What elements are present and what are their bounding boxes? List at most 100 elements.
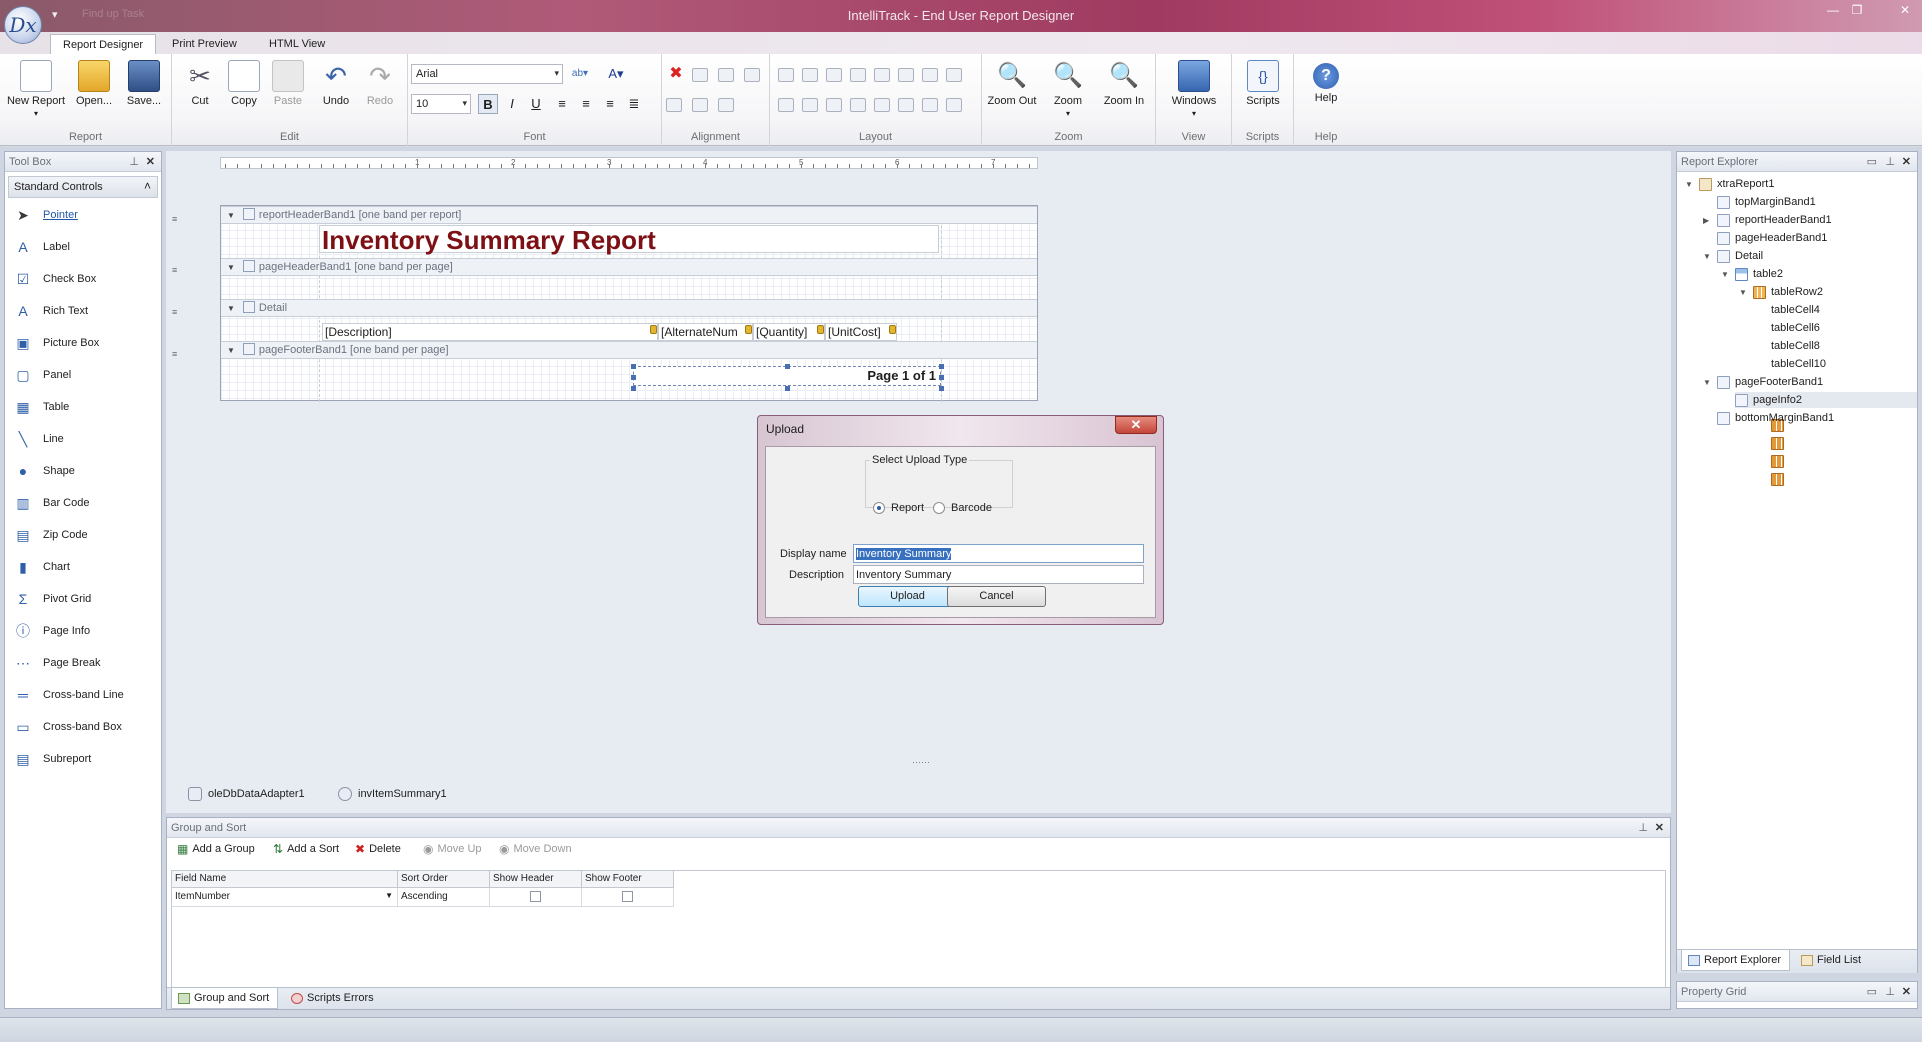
upload-button[interactable]: Upload [858, 586, 957, 607]
column-header-field-name[interactable]: Field Name [172, 871, 398, 888]
layout-hspace-equal-icon[interactable] [874, 68, 890, 82]
zoom-out-button[interactable]: 🔍 Zoom Out [984, 58, 1040, 107]
toolbox-item[interactable]: ═ Cross-band Line [13, 685, 124, 705]
bold-button[interactable]: B [478, 94, 498, 114]
tab-print-preview[interactable]: Print Preview [160, 34, 249, 54]
close-icon[interactable]: ✕ [1894, 2, 1916, 18]
toolbox-item[interactable]: ╲ Line [13, 429, 64, 449]
tab-report-designer[interactable]: Report Designer [50, 34, 157, 54]
chevron-down-icon[interactable]: ▼ [385, 891, 393, 900]
tree-node[interactable]: pageFooterBand1 [1717, 374, 1823, 390]
resize-handle[interactable] [631, 375, 636, 380]
delete-button[interactable]: ✖ Delete [355, 842, 401, 856]
tree-node[interactable]: tableCell8 [1771, 338, 1820, 468]
resize-handle[interactable] [939, 386, 944, 391]
collapse-icon[interactable]: ▼ [227, 263, 235, 272]
tree-node[interactable]: pageInfo2 [1735, 392, 1917, 408]
sort-order-cell[interactable]: Ascending [398, 888, 490, 907]
zoom-in-button[interactable]: 🔍 Zoom In [1096, 58, 1152, 107]
minimize-icon[interactable]: — [1822, 2, 1844, 18]
close-icon[interactable]: ✕ [1902, 152, 1911, 172]
align-middles-icon[interactable] [692, 98, 708, 112]
align-left-icon[interactable]: ≡ [552, 94, 572, 114]
smart-tag-icon[interactable] [889, 325, 896, 334]
collapse-icon[interactable]: ▼ [1739, 288, 1747, 297]
underline-button[interactable]: U [526, 94, 546, 114]
collapse-icon[interactable]: ▼ [1685, 180, 1693, 189]
tree-node[interactable]: Detail [1717, 248, 1763, 264]
restore-icon[interactable]: ❐ [1846, 2, 1868, 18]
radio-barcode[interactable]: Barcode [933, 502, 992, 514]
layout-same-width-icon[interactable] [802, 68, 818, 82]
layout-vspace-dec-icon[interactable] [826, 98, 842, 112]
tree-node[interactable]: tableCell6 [1771, 320, 1820, 450]
pin-icon[interactable]: ⊥ [1885, 982, 1895, 1002]
collapse-icon[interactable]: ▼ [227, 211, 235, 220]
layout-hspace-remove-icon[interactable] [946, 68, 962, 82]
tree-node[interactable]: reportHeaderBand1 [1717, 212, 1832, 228]
move-up-button[interactable]: ◉ Move Up [423, 842, 482, 856]
toolbox-item[interactable]: ▥ Bar Code [13, 493, 89, 513]
band-page-footer[interactable]: ▼ pageFooterBand1 [one band per page] [221, 341, 1037, 359]
field-name-combo[interactable]: ItemNumber ▼ [172, 888, 398, 907]
band-report-header[interactable]: ▼ reportHeaderBand1 [one band per report] [221, 206, 1037, 224]
toolbox-item[interactable]: ▭ Cross-band Box [13, 717, 122, 737]
page-info-control[interactable]: Page 1 of 1 [633, 366, 941, 386]
cancel-button[interactable]: Cancel [947, 586, 1046, 607]
table-cell-unitcost[interactable]: [UnitCost] [825, 323, 897, 341]
toolbox-item[interactable]: ➤ Pointer [13, 205, 78, 225]
tree-node[interactable]: tableRow2 [1753, 284, 1823, 300]
collapse-icon[interactable]: ▼ [227, 304, 235, 313]
toolbox-item[interactable]: A Rich Text [13, 301, 88, 321]
tree-node[interactable]: pageHeaderBand1 [1717, 230, 1827, 246]
redo-button[interactable]: ↷ Redo [352, 58, 408, 107]
report-canvas[interactable]: ▼ reportHeaderBand1 [one band per report]… [220, 205, 1038, 402]
band-detail[interactable]: ▼ Detail [221, 299, 1037, 317]
layout-bring-front-icon[interactable] [922, 98, 938, 112]
tree-node[interactable]: tableCell4 [1771, 302, 1820, 432]
font-family-combo[interactable]: Arial [411, 64, 563, 84]
align-rights-icon[interactable] [744, 68, 760, 82]
close-icon[interactable]: ✕ [1115, 416, 1157, 434]
table-cell-description[interactable]: [Description] [322, 323, 658, 341]
toolbox-item[interactable]: A Label [13, 237, 70, 257]
layout-same-height-icon[interactable] [826, 68, 842, 82]
description-field[interactable]: Inventory Summary [853, 565, 1144, 584]
toolbox-item[interactable]: ● Shape [13, 461, 75, 481]
italic-button[interactable]: I [502, 94, 522, 114]
smart-tag-icon[interactable] [650, 325, 657, 334]
toolbox-item[interactable]: ▦ Table [13, 397, 69, 417]
close-icon[interactable]: ✕ [146, 152, 155, 172]
align-tops-icon[interactable] [666, 98, 682, 112]
layout-hspace-dec-icon[interactable] [922, 68, 938, 82]
resize-handle[interactable] [631, 386, 636, 391]
toolbox-item[interactable]: ⓘ Page Info [13, 621, 90, 641]
font-size-combo[interactable]: 10 [411, 94, 471, 114]
pin-icon[interactable]: ⊥ [129, 152, 139, 172]
display-name-field[interactable]: Inventory Summary [853, 544, 1144, 563]
align-bottoms-icon[interactable] [718, 98, 734, 112]
tray-item-dataset[interactable]: invItemSummary1 [338, 787, 447, 801]
window-icon[interactable]: ▭ [1867, 152, 1877, 172]
show-header-checkbox[interactable] [530, 891, 541, 902]
move-down-button[interactable]: ◉ Move Down [499, 842, 572, 856]
pin-icon[interactable]: ⊥ [1638, 818, 1648, 838]
font-color-icon[interactable]: A▾ [606, 64, 626, 84]
tree-node[interactable]: bottomMarginBand1 [1717, 410, 1834, 426]
splitter-grip[interactable]: ⋯⋯ [912, 757, 930, 768]
layout-same-size-icon[interactable] [850, 68, 866, 82]
collapse-icon[interactable]: ▼ [227, 346, 235, 355]
smart-tag-icon[interactable] [817, 325, 824, 334]
collapse-icon[interactable]: ▼ [1703, 378, 1711, 387]
layout-size-to-grid-icon[interactable] [778, 68, 794, 82]
show-footer-checkbox[interactable] [622, 891, 633, 902]
align-centers-icon[interactable] [718, 68, 734, 82]
resize-handle[interactable] [631, 364, 636, 369]
app-logo-icon[interactable]: Dx [4, 6, 42, 44]
collapse-icon[interactable]: ▼ [1721, 270, 1729, 279]
column-header-show-footer[interactable]: Show Footer [582, 871, 674, 888]
scripts-button[interactable]: {} Scripts [1235, 58, 1291, 107]
qat-dropdown-icon[interactable]: ▾ [52, 8, 58, 21]
justify-icon[interactable]: ≣ [624, 94, 644, 114]
save-button[interactable]: Save... [116, 58, 172, 107]
